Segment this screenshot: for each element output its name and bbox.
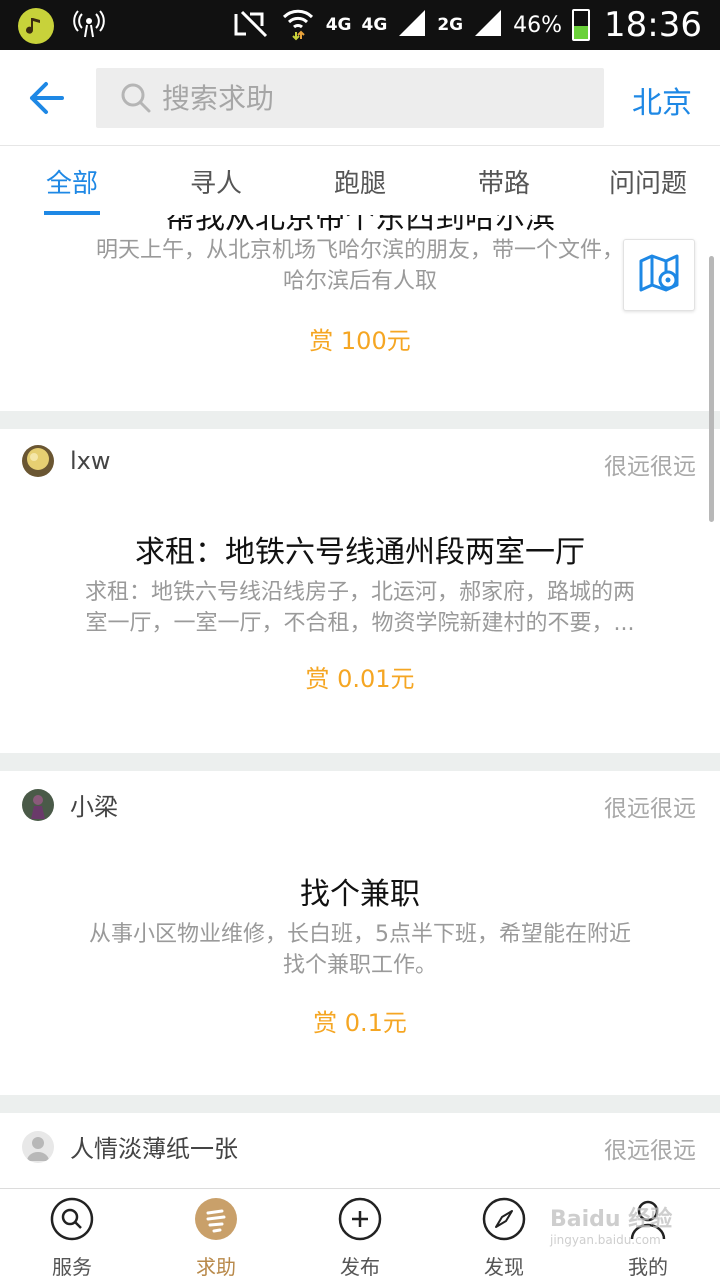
nav-help[interactable]: 求助	[144, 1189, 288, 1280]
nav-service[interactable]: 服务	[0, 1189, 144, 1280]
compass-icon	[482, 1197, 526, 1241]
avatar[interactable]	[22, 445, 54, 477]
tab-questions[interactable]: 问问题	[576, 147, 720, 215]
map-view-button[interactable]	[623, 239, 695, 311]
avatar[interactable]	[22, 1130, 54, 1163]
network-label-3: 2G	[437, 15, 464, 35]
post-desc-line: 室一厅，一室一厅，不合租，物资学院新建村的不要，...	[85, 611, 635, 636]
post-author[interactable]: 人情淡薄纸一张	[22, 1129, 238, 1164]
tab-all[interactable]: 全部	[0, 147, 144, 215]
watermark: Baidu 经验 jingyan.baidu.com	[550, 1207, 673, 1250]
nav-label: 我的	[628, 1255, 668, 1279]
post-title: 帮我从北京带个东西到哈尔滨	[165, 215, 555, 236]
status-bar: 4G 4G 2G 46% 18:36	[0, 0, 720, 50]
distance: 很远很远	[604, 796, 696, 822]
post-title: 找个兼职	[300, 877, 420, 912]
post-title: 求租：地铁六号线通州段两室一厅	[135, 535, 585, 570]
wifi-icon	[280, 5, 316, 45]
post-author[interactable]: 小梁	[22, 787, 118, 822]
music-app-icon	[18, 8, 54, 44]
signal-icon-2	[473, 8, 503, 42]
nfc-icon	[232, 8, 270, 42]
list-item[interactable]: 帮我从北京带个东西到哈尔滨 明天上午，从北京机场飞哈尔滨的朋友，带一个文件， 哈…	[0, 215, 720, 411]
header: 北京	[0, 50, 720, 146]
help-hand-icon	[194, 1197, 238, 1241]
post-desc-line: 从事小区物业维修，长白班，5点半下班，希望能在附近	[89, 922, 631, 947]
username: 人情淡薄纸一张	[70, 1135, 238, 1163]
list-item[interactable]: lxw 很远很远 求租：地铁六号线通州段两室一厅 求租：地铁六号线沿线房子，北运…	[0, 429, 720, 753]
battery-icon	[572, 9, 591, 41]
nav-label: 发现	[484, 1255, 524, 1279]
post-reward: 赏 0.1元	[313, 1009, 407, 1037]
watermark-brand: Baidu 经验	[550, 1207, 673, 1232]
hotspot-icon	[72, 9, 106, 43]
tab-find-person[interactable]: 寻人	[144, 147, 288, 215]
city-selector[interactable]: 北京	[632, 78, 692, 122]
post-author[interactable]: lxw	[22, 445, 111, 477]
nav-label: 服务	[52, 1255, 92, 1279]
divider	[0, 1095, 720, 1113]
nav-label: 求助	[196, 1255, 236, 1279]
tab-errand[interactable]: 跑腿	[288, 147, 432, 215]
post-desc-line: 哈尔滨后有人取	[282, 269, 437, 294]
post-reward: 赏 100元	[309, 327, 411, 355]
distance: 很远很远	[604, 1138, 696, 1164]
signal-icon	[397, 8, 427, 42]
nav-publish[interactable]: 发布	[288, 1189, 432, 1280]
clock: 18:36	[604, 5, 702, 45]
list-item[interactable]: 小梁 很远很远 找个兼职 从事小区物业维修，长白班，5点半下班，希望能在附近 找…	[0, 771, 720, 1095]
post-desc-line: 明天上午，从北京机场飞哈尔滨的朋友，带一个文件，	[95, 238, 624, 263]
divider	[0, 753, 720, 771]
network-label-2: 4G	[361, 15, 388, 35]
tab-guide[interactable]: 带路	[432, 147, 576, 215]
plus-circle-icon	[338, 1197, 382, 1241]
search-input[interactable]	[162, 81, 562, 115]
username: 小梁	[70, 793, 118, 821]
watermark-url: jingyan.baidu.com	[550, 1233, 661, 1247]
post-desc-line: 求租：地铁六号线沿线房子，北运河，郝家府，路城的两	[84, 580, 635, 605]
nav-label: 发布	[340, 1255, 380, 1279]
list-item[interactable]: 人情淡薄纸一张 很远很远	[0, 1113, 720, 1187]
scrollbar[interactable]	[709, 256, 714, 522]
avatar[interactable]	[22, 788, 54, 821]
post-desc-line: 找个兼职工作。	[282, 953, 437, 978]
post-desc: 从事小区物业维修，长白班，5点半下班，希望能在附近 找个兼职工作。	[44, 919, 676, 981]
distance: 很远很远	[604, 454, 696, 480]
help-feed: 帮我从北京带个东西到哈尔滨 明天上午，从北京机场飞哈尔滨的朋友，带一个文件， 哈…	[0, 215, 720, 1187]
username: lxw	[70, 447, 111, 475]
battery-percent: 46%	[513, 12, 563, 38]
map-pin-icon	[637, 251, 681, 299]
network-label-1: 4G	[325, 15, 352, 35]
divider	[0, 411, 720, 429]
search-icon	[120, 82, 152, 114]
search-icon	[50, 1197, 94, 1241]
search-box[interactable]	[96, 68, 604, 128]
post-reward: 赏 0.01元	[305, 665, 415, 693]
post-desc: 明天上午，从北京机场飞哈尔滨的朋友，带一个文件， 哈尔滨后有人取	[44, 235, 676, 297]
post-desc: 求租：地铁六号线沿线房子，北运河，郝家府，路城的两 室一厅，一室一厅，不合租，物…	[44, 577, 676, 639]
back-arrow-icon[interactable]	[28, 78, 68, 118]
category-tabs: 全部 寻人 跑腿 带路 问问题	[0, 147, 720, 215]
